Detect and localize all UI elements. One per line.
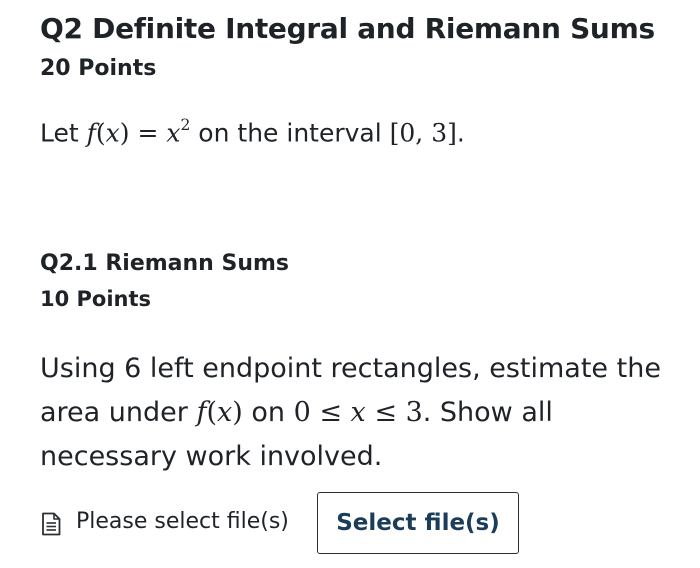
math-interval: [0, 3] (389, 118, 457, 148)
intro-prefix: Let (40, 118, 87, 148)
prompt-math-f: f (196, 397, 207, 428)
math-open-paren: ( (95, 118, 106, 148)
math-exponent: 2 (180, 116, 191, 134)
subquestion-prompt: Using 6 left endpoint rectangles, estima… (40, 347, 670, 479)
prompt-math-close-paren: ) (232, 397, 243, 428)
math-equals: = (129, 118, 167, 148)
prompt-range-start: 0 ≤ (293, 397, 351, 428)
question-points: 20 Points (40, 56, 157, 81)
prompt-math-open-paren: ( (206, 397, 217, 428)
prompt-range-end: ≤ 3 (365, 397, 423, 428)
file-text-icon (40, 512, 62, 536)
prompt-part2: on (242, 397, 294, 428)
subquestion-title: Q2.1 Riemann Sums (40, 251, 290, 276)
intro-middle: on the interval (190, 118, 390, 148)
math-f: f (86, 118, 96, 148)
file-upload-row: Please select file(s) Select file(s) (40, 492, 520, 556)
math-x: x (105, 118, 120, 148)
question-intro: Let f(x) = x2 on the interval [0, 3]. (40, 116, 465, 148)
subquestion-points: 10 Points (40, 287, 152, 311)
question-page: Q2 Definite Integral and Riemann Sums 20… (0, 0, 700, 568)
prompt-range-x: x (350, 397, 366, 428)
question-title: Q2 Definite Integral and Riemann Sums (40, 12, 655, 45)
intro-suffix: . (456, 118, 465, 148)
prompt-math-x: x (217, 397, 233, 428)
file-status-text: Please select file(s) (76, 509, 289, 534)
select-files-button[interactable]: Select file(s) (317, 492, 519, 554)
math-x-squared-base: x (166, 118, 181, 148)
math-close-paren: ) (119, 118, 130, 148)
